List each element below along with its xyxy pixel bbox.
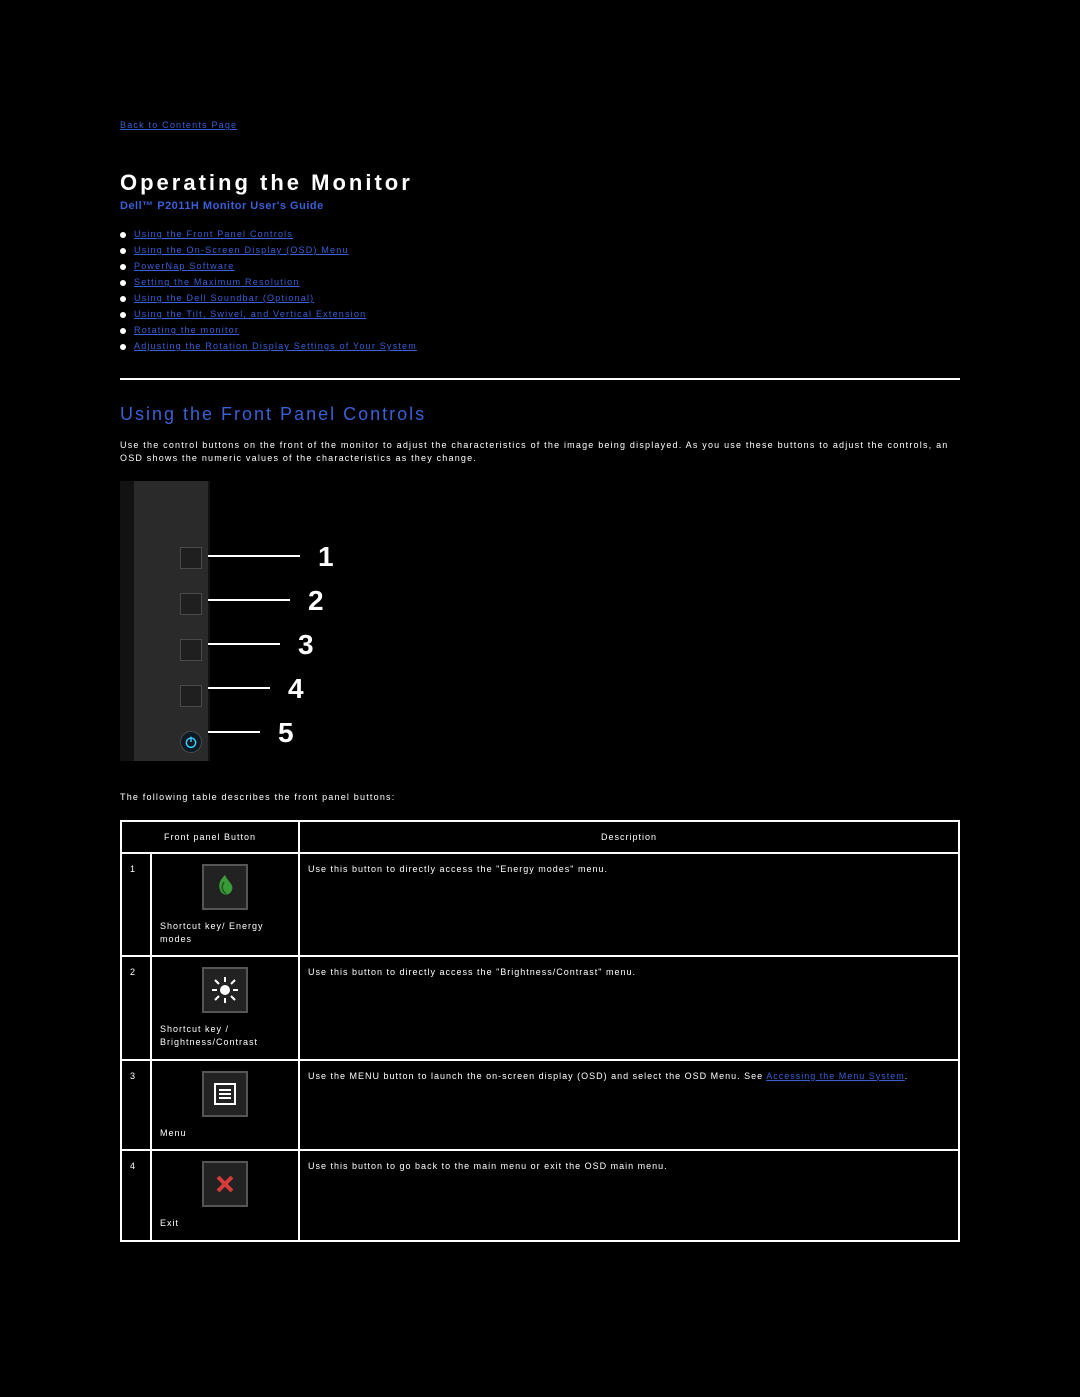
- row-description: Use this button to go back to the main m…: [299, 1150, 959, 1241]
- diagram-number: 2: [308, 585, 324, 617]
- bullet-icon: [120, 248, 126, 254]
- exit-icon: [202, 1161, 248, 1207]
- panel-button-icon: [180, 547, 202, 569]
- icon-label: Shortcut key / Brightness/Contrast: [160, 1023, 290, 1048]
- table-row: 3 Menu Use the MENU: [121, 1060, 959, 1151]
- section-heading: Using the Front Panel Controls: [120, 404, 960, 425]
- divider: [120, 378, 960, 380]
- brightness-contrast-icon: [202, 967, 248, 1013]
- bullet-icon: [120, 312, 126, 318]
- intro-paragraph: Use the control buttons on the front of …: [120, 439, 960, 465]
- panel-button-icon: [180, 639, 202, 661]
- row-description: Use this button to directly access the "…: [299, 956, 959, 1059]
- diagram-number: 1: [318, 541, 334, 573]
- diagram-number: 4: [288, 673, 304, 705]
- diagram-number: 3: [298, 629, 314, 661]
- row-index: 3: [121, 1060, 151, 1151]
- icon-label: Exit: [160, 1217, 290, 1230]
- row-description: Use this button to directly access the "…: [299, 853, 959, 956]
- table-caption: The following table describes the front …: [120, 791, 960, 804]
- panel-button-icon: [180, 593, 202, 615]
- table-header-button: Front panel Button: [121, 821, 299, 853]
- energy-modes-icon: [202, 864, 248, 910]
- toc-link[interactable]: Using the Tilt, Swivel, and Vertical Ext…: [134, 309, 366, 319]
- bullet-icon: [120, 296, 126, 302]
- icon-label: Shortcut key/ Energy modes: [160, 920, 290, 945]
- bullet-icon: [120, 344, 126, 350]
- table-row: 2: [121, 956, 959, 1059]
- bullet-icon: [120, 232, 126, 238]
- icon-label: Menu: [160, 1127, 290, 1140]
- menu-icon: [202, 1071, 248, 1117]
- panel-button-icon: [180, 685, 202, 707]
- toc-link[interactable]: Using the Dell Soundbar (Optional): [134, 293, 314, 303]
- row-index: 4: [121, 1150, 151, 1241]
- page-title: Operating the Monitor: [120, 170, 960, 196]
- front-panel-table: Front panel Button Description 1 Shortcu…: [120, 820, 960, 1242]
- toc-link[interactable]: PowerNap Software: [134, 261, 234, 271]
- row-index: 1: [121, 853, 151, 956]
- row-description: Use the MENU button to launch the on-scr…: [299, 1060, 959, 1151]
- panel-strip: [120, 481, 210, 761]
- table-row: 4 Exit Use this button to go back to the…: [121, 1150, 959, 1241]
- accessing-menu-system-link[interactable]: Accessing the Menu System: [766, 1071, 905, 1081]
- toc-link[interactable]: Adjusting the Rotation Display Settings …: [134, 341, 417, 351]
- back-to-contents-link[interactable]: Back to Contents Page: [120, 120, 960, 130]
- table-row: 1 Shortcut key/ Energy modes Use this bu…: [121, 853, 959, 956]
- bullet-icon: [120, 280, 126, 286]
- toc-link[interactable]: Setting the Maximum Resolution: [134, 277, 300, 287]
- bullet-icon: [120, 264, 126, 270]
- desc-text: Use the MENU button to launch the on-scr…: [308, 1071, 766, 1081]
- toc-link[interactable]: Using the Front Panel Controls: [134, 229, 293, 239]
- table-header-description: Description: [299, 821, 959, 853]
- toc-link[interactable]: Using the On-Screen Display (OSD) Menu: [134, 245, 349, 255]
- power-button-icon: [180, 731, 202, 753]
- table-of-contents: Using the Front Panel Controls Using the…: [120, 226, 960, 354]
- front-panel-diagram: 1 2 3 4 5: [120, 481, 960, 761]
- page-subtitle: Dell™ P2011H Monitor User's Guide: [120, 200, 960, 212]
- diagram-number: 5: [278, 717, 294, 749]
- row-index: 2: [121, 956, 151, 1059]
- bullet-icon: [120, 328, 126, 334]
- desc-text: .: [905, 1071, 909, 1081]
- toc-link[interactable]: Rotating the monitor: [134, 325, 239, 335]
